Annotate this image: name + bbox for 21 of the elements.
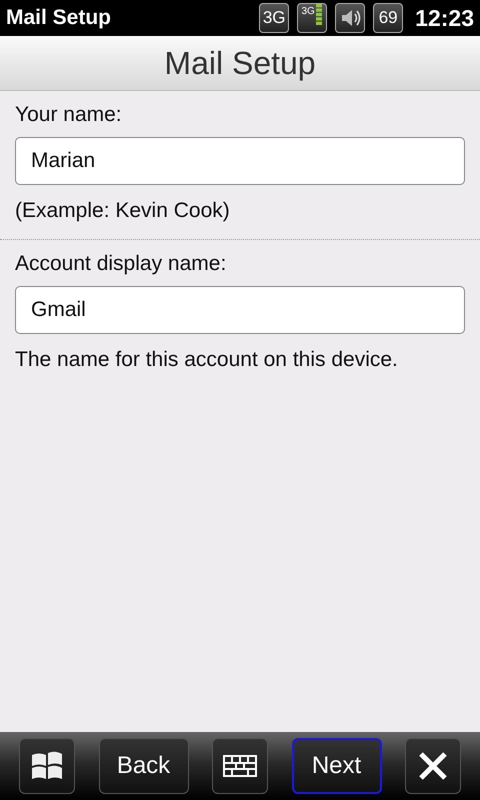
close-button[interactable]	[405, 738, 461, 794]
page-title: Mail Setup	[164, 44, 316, 82]
speaker-icon[interactable]	[335, 3, 366, 33]
keyboard-button[interactable]	[212, 738, 268, 794]
input-field[interactable]: Gmail	[15, 286, 465, 334]
keyboard-icon	[223, 755, 257, 777]
field-label: Your name:	[15, 103, 122, 127]
start-button[interactable]	[19, 738, 75, 794]
field-hint: The name for this account on this device.	[15, 348, 398, 372]
field-label: Account display name:	[15, 252, 226, 276]
signal-bars-icon	[314, 4, 323, 26]
field-hint: (Example: Kevin Cook)	[15, 199, 230, 223]
softkey-button[interactable]: Next	[292, 738, 382, 794]
network-indicator: 3G	[259, 3, 290, 33]
close-icon	[417, 750, 449, 782]
signal-indicator: 3G	[297, 3, 328, 33]
app-title: Mail Setup	[6, 6, 112, 30]
input-field[interactable]: Marian	[15, 137, 465, 185]
softkey-button[interactable]: Back	[98, 738, 188, 794]
clock: 12:23	[415, 4, 474, 32]
battery-indicator: 69	[373, 3, 404, 33]
